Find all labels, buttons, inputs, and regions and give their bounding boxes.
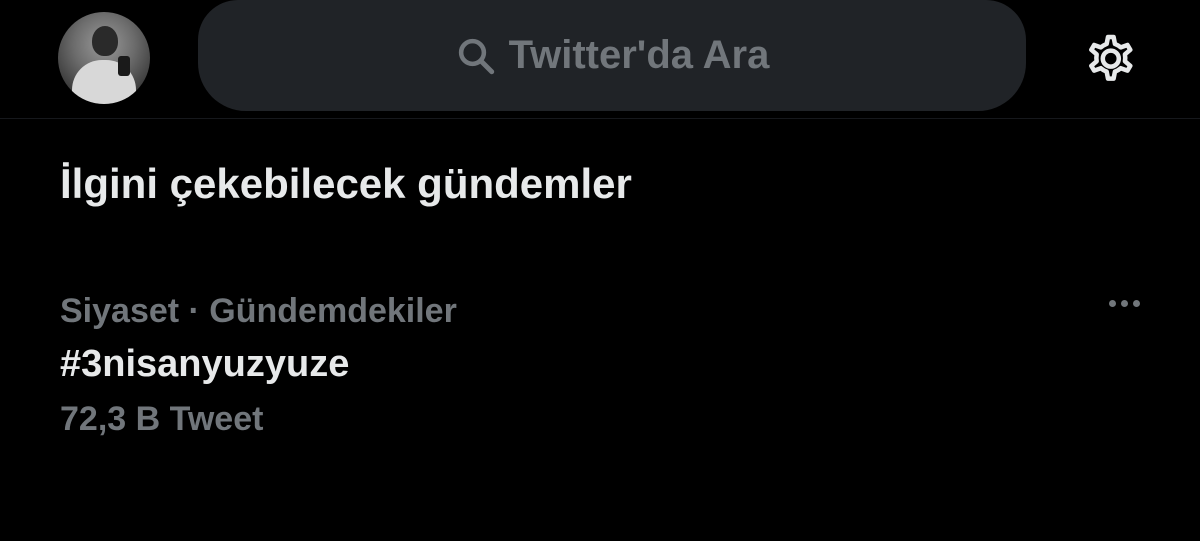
header-divider	[0, 118, 1200, 119]
top-bar: Twitter'da Ara	[0, 0, 1200, 118]
gear-icon[interactable]	[1076, 25, 1140, 89]
trend-item[interactable]: Siyaset · Gündemdekiler #3nisanyuzyuze 7…	[60, 292, 1150, 439]
profile-avatar[interactable]	[58, 12, 150, 104]
search-placeholder: Twitter'da Ara	[508, 33, 770, 77]
trend-category: Siyaset · Gündemdekiler	[60, 292, 457, 330]
search-icon	[455, 35, 497, 77]
section-title: İlgini çekebilecek gündemler	[60, 160, 632, 207]
search-bar[interactable]: Twitter'da Ara	[198, 0, 1026, 111]
trend-hashtag[interactable]: #3nisanyuzyuze	[60, 343, 1150, 386]
more-options-icon[interactable]	[1109, 300, 1140, 307]
explore-page: Twitter'da Ara İlgini çekebilecek gündem…	[0, 0, 1200, 541]
trend-tweet-count: 72,3 B Tweet	[60, 400, 264, 438]
